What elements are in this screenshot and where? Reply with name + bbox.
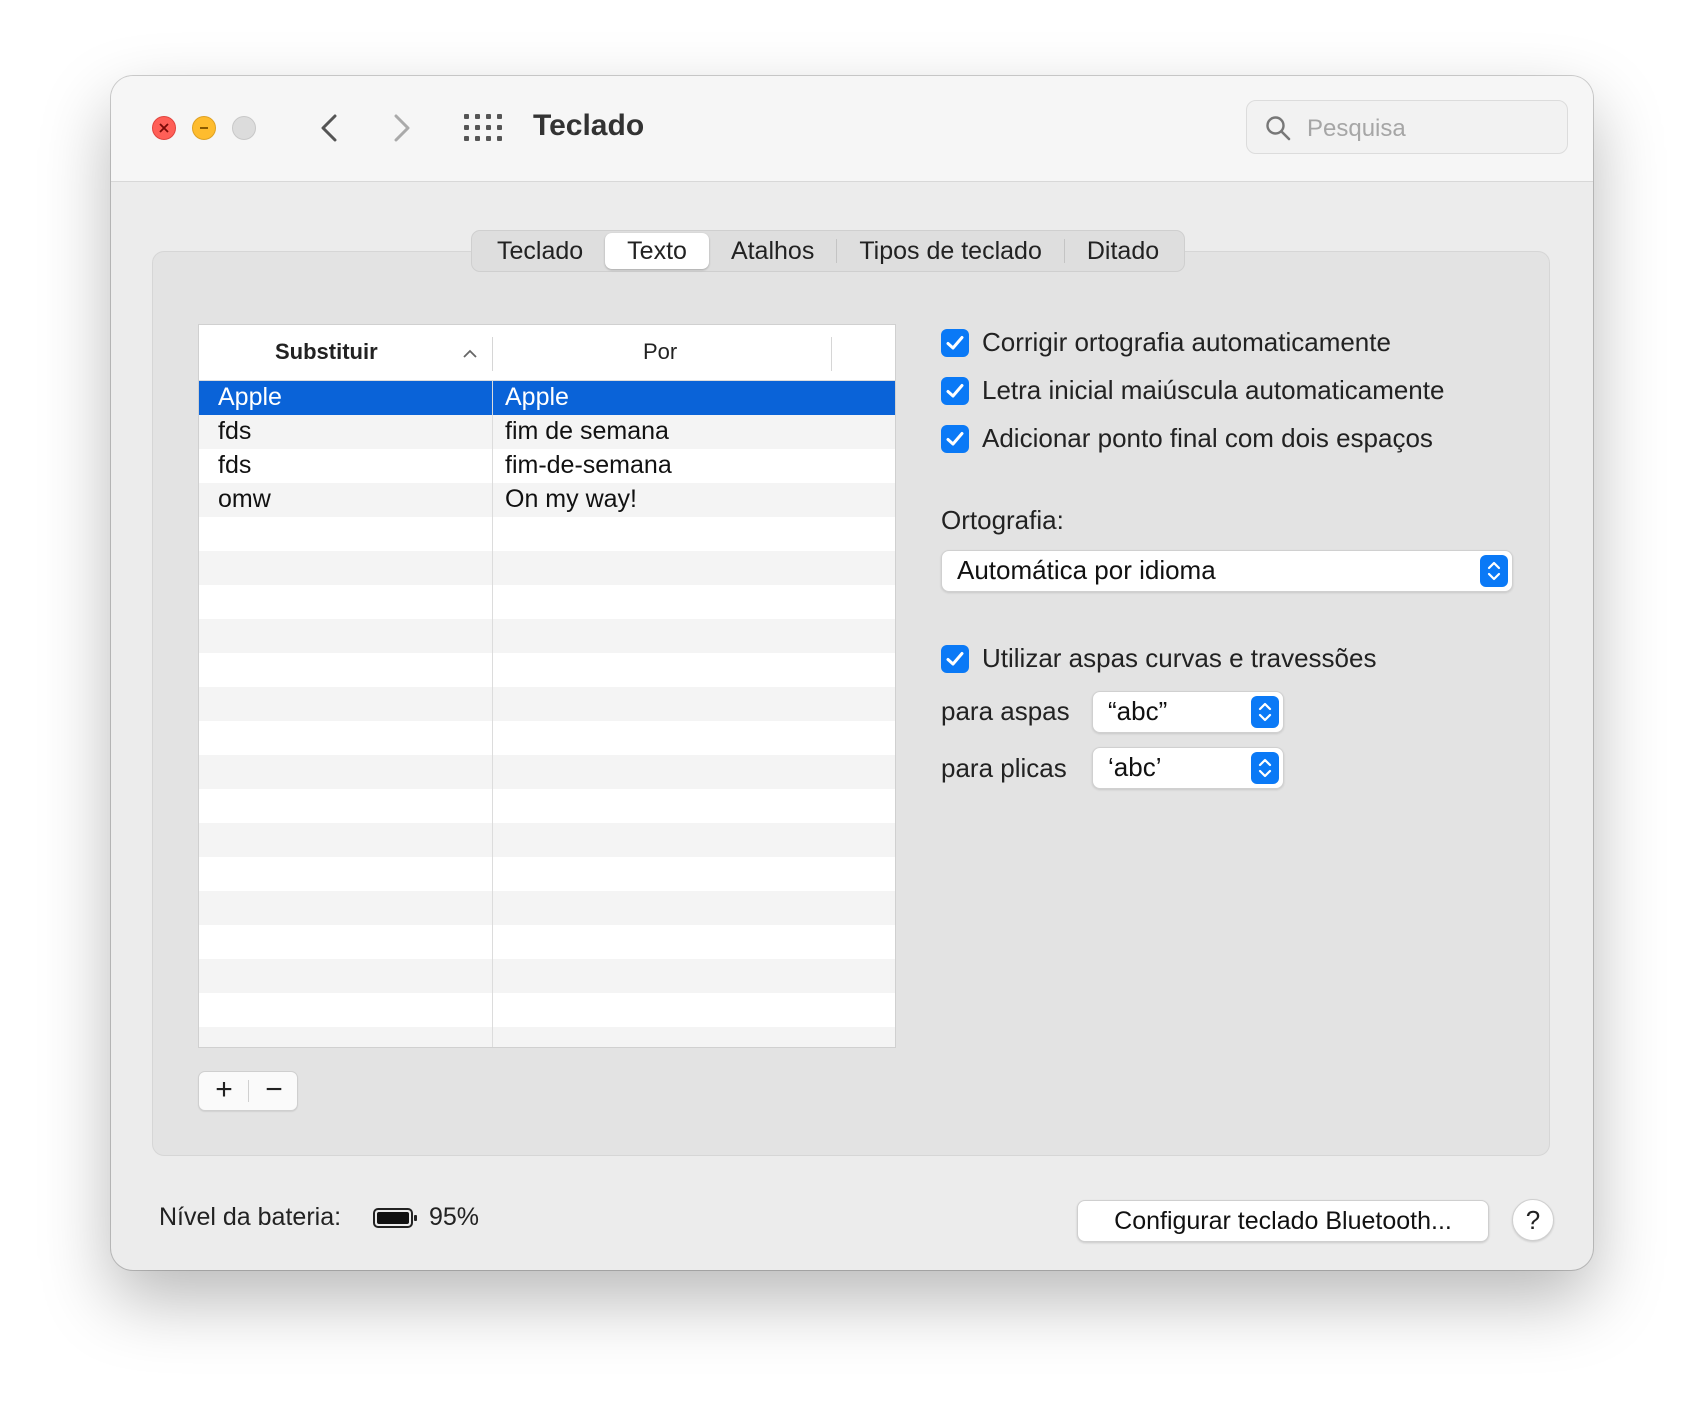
empty-row	[199, 721, 895, 755]
column-divider	[492, 337, 493, 371]
tab-tipos-de-teclado[interactable]: Tipos de teclado	[837, 233, 1064, 269]
column-header-substituir[interactable]: Substituir	[275, 339, 378, 365]
tab-bar: Teclado Texto Atalhos Tipos de teclado D…	[471, 230, 1186, 272]
popup-stepper	[1251, 752, 1279, 784]
chevron-up-down-icon	[1258, 702, 1272, 722]
forward-button[interactable]	[384, 108, 420, 148]
table-row[interactable]: fds fim-de-semana	[199, 449, 895, 483]
search-field[interactable]: Pesquisa	[1246, 100, 1568, 154]
double-quotes-popup[interactable]: “abc”	[1092, 691, 1284, 733]
double-quotes-label: para aspas	[941, 696, 1070, 726]
empty-row	[199, 959, 895, 993]
window-title: Teclado	[533, 109, 645, 142]
auto-correct-label[interactable]: Corrigir ortografia automaticamente	[982, 327, 1391, 358]
chevron-up-down-icon	[1258, 758, 1272, 778]
chevron-right-icon	[394, 114, 410, 142]
replace-cell: fds	[218, 451, 252, 479]
checkmark-icon	[946, 432, 964, 446]
zoom-button[interactable]	[232, 116, 256, 140]
replace-cell: Apple	[218, 383, 282, 411]
smart-quotes-label[interactable]: Utilizar aspas curvas e travessões	[982, 643, 1376, 674]
table-row[interactable]: fds fim de semana	[199, 415, 895, 449]
popup-stepper	[1480, 555, 1508, 587]
column-divider	[831, 337, 832, 371]
tab-ditado[interactable]: Ditado	[1065, 233, 1181, 269]
close-icon	[159, 123, 169, 133]
single-quotes-value: ‘abc’	[1108, 752, 1162, 782]
chevron-up-down-icon	[1487, 561, 1501, 581]
close-button[interactable]	[152, 116, 176, 140]
empty-row	[199, 619, 895, 653]
minimize-icon	[200, 127, 208, 129]
battery-level-label: Nível da bateria:	[159, 1203, 342, 1231]
empty-row	[199, 823, 895, 857]
spelling-value: Automática por idioma	[957, 555, 1216, 585]
table-header: Substituir Por	[199, 325, 895, 381]
spelling-language-popup[interactable]: Automática por idioma	[941, 550, 1513, 592]
empty-row	[199, 891, 895, 925]
empty-row	[199, 925, 895, 959]
text-replacement-table: Substituir Por Apple Apple fds fim de se…	[198, 324, 896, 1048]
empty-row	[199, 789, 895, 823]
empty-row	[199, 517, 895, 551]
auto-capitalize-label[interactable]: Letra inicial maiúscula automaticamente	[982, 375, 1444, 406]
empty-row	[199, 1027, 895, 1047]
chevron-left-icon	[321, 114, 337, 142]
double-space-period-checkbox[interactable]	[941, 425, 969, 453]
empty-row	[199, 585, 895, 619]
minimize-button[interactable]	[192, 116, 216, 140]
auto-correct-checkbox[interactable]	[941, 329, 969, 357]
with-cell: Apple	[505, 383, 569, 411]
remove-button[interactable]: −	[249, 1072, 299, 1110]
replace-cell: fds	[218, 417, 252, 445]
empty-row	[199, 993, 895, 1027]
table-rows: Apple Apple fds fim de semana fds fim-de…	[199, 381, 895, 1047]
search-placeholder: Pesquisa	[1307, 115, 1406, 142]
table-row[interactable]: omw On my way!	[199, 483, 895, 517]
checkmark-icon	[946, 652, 964, 666]
empty-row	[199, 755, 895, 789]
tab-atalhos[interactable]: Atalhos	[709, 233, 836, 269]
empty-row	[199, 551, 895, 585]
double-space-period-label[interactable]: Adicionar ponto final com dois espaços	[982, 423, 1433, 454]
column-divider	[492, 381, 493, 1047]
table-row[interactable]: Apple Apple	[199, 381, 895, 415]
checkmark-icon	[946, 336, 964, 350]
configure-bluetooth-keyboard-button[interactable]: Configurar teclado Bluetooth...	[1077, 1200, 1489, 1242]
empty-row	[199, 653, 895, 687]
preferences-window: Teclado Pesquisa Teclado Texto Atalhos T…	[111, 76, 1593, 1270]
battery-icon	[373, 1208, 417, 1228]
double-quotes-value: “abc”	[1108, 696, 1168, 726]
add-button[interactable]: +	[199, 1072, 249, 1110]
with-cell: On my way!	[505, 485, 637, 513]
back-button[interactable]	[311, 108, 347, 148]
tab-teclado[interactable]: Teclado	[475, 233, 605, 269]
search-icon	[1266, 116, 1291, 141]
show-all-grid-icon[interactable]	[464, 114, 502, 142]
single-quotes-popup[interactable]: ‘abc’	[1092, 747, 1284, 789]
with-cell: fim-de-semana	[505, 451, 672, 479]
empty-row	[199, 687, 895, 721]
empty-row	[199, 857, 895, 891]
single-quotes-label: para plicas	[941, 753, 1067, 783]
add-remove-control: + −	[198, 1071, 298, 1111]
sort-ascending-icon	[463, 349, 477, 358]
title-bar: Teclado Pesquisa	[111, 76, 1593, 182]
spelling-label: Ortografia:	[941, 505, 1064, 535]
auto-capitalize-checkbox[interactable]	[941, 377, 969, 405]
help-button[interactable]: ?	[1512, 1199, 1554, 1241]
column-header-por[interactable]: Por	[643, 339, 677, 365]
checkmark-icon	[946, 384, 964, 398]
popup-stepper	[1251, 696, 1279, 728]
tab-texto[interactable]: Texto	[605, 233, 709, 269]
with-cell: fim de semana	[505, 417, 669, 445]
battery-percentage: 95%	[429, 1203, 480, 1231]
smart-quotes-checkbox[interactable]	[941, 645, 969, 673]
replace-cell: omw	[218, 485, 271, 513]
